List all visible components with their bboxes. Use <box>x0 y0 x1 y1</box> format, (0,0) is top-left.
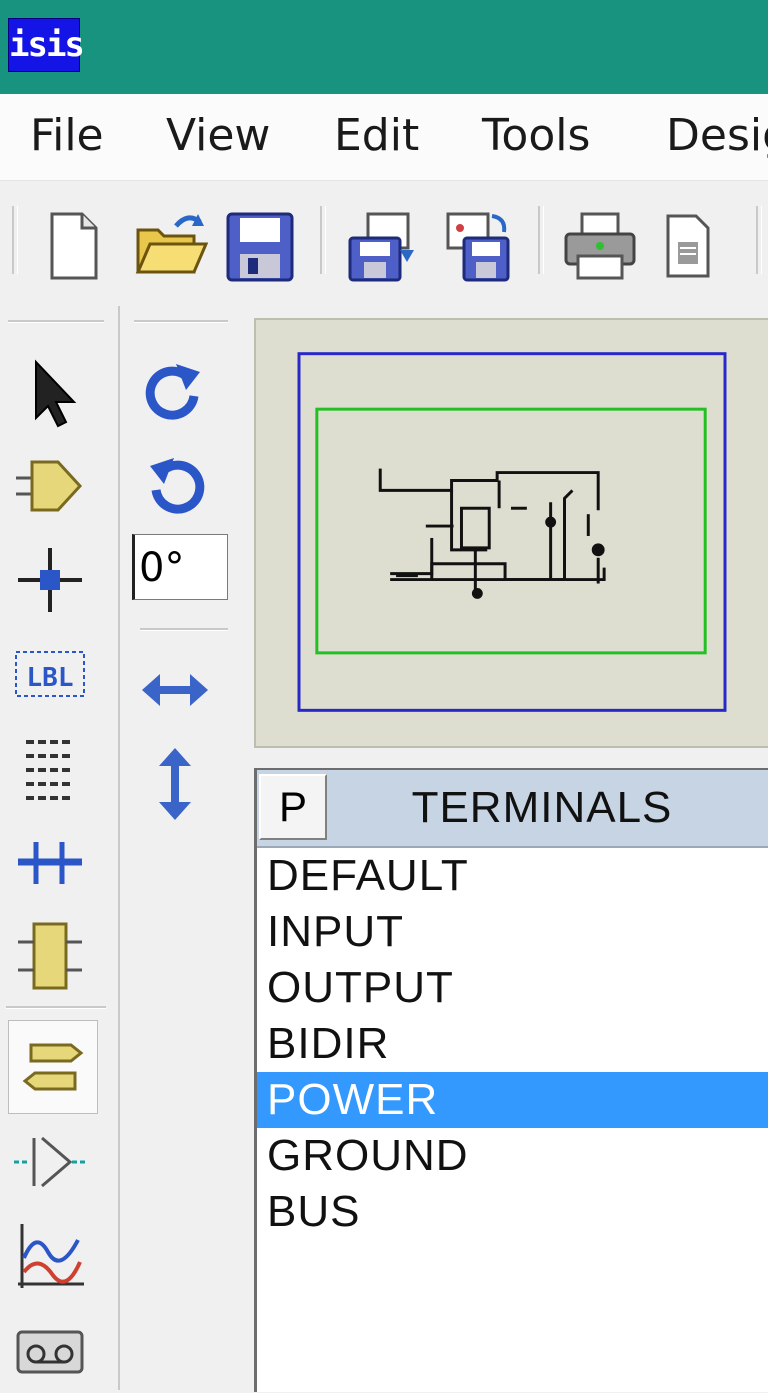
component-mode-icon[interactable] <box>12 448 88 524</box>
mode-toolbar: LBL <box>0 306 120 1390</box>
mirror-vertical-icon[interactable] <box>140 746 210 822</box>
app-logo-icon[interactable]: isis <box>8 18 85 72</box>
menu-edit[interactable]: Edit <box>334 110 419 162</box>
orientation-toolbar: 0° <box>122 306 240 826</box>
tape-recorder-icon[interactable] <box>12 1312 88 1388</box>
mirror-horizontal-icon[interactable] <box>140 652 210 728</box>
save-icon[interactable] <box>222 206 298 286</box>
schematic-overview <box>297 352 727 712</box>
rotation-angle-field[interactable]: 0° <box>132 534 228 600</box>
pick-devices-button[interactable]: P <box>259 774 327 840</box>
save-as-icon[interactable] <box>344 206 420 286</box>
terminal-item-output[interactable]: OUTPUT <box>257 960 768 1016</box>
toolbar-grip <box>8 320 104 323</box>
terminal-item-bus[interactable]: BUS <box>257 1184 768 1240</box>
svg-text:LBL: LBL <box>27 663 74 693</box>
junction-dot-icon[interactable] <box>12 542 88 618</box>
toolbar-separator <box>140 628 228 631</box>
menu-bar: File View Edit Tools Desig <box>0 94 768 181</box>
bus-icon[interactable] <box>12 824 88 900</box>
save-template-icon[interactable] <box>438 206 514 286</box>
graph-mode-icon[interactable] <box>12 1218 88 1294</box>
print-icon[interactable] <box>562 206 638 286</box>
terminal-item-input[interactable]: INPUT <box>257 904 768 960</box>
terminal-item-ground[interactable]: GROUND <box>257 1128 768 1184</box>
menu-design[interactable]: Desig <box>666 110 768 162</box>
menu-tools[interactable]: Tools <box>482 110 590 162</box>
text-script-icon[interactable] <box>12 730 88 806</box>
menu-view[interactable]: View <box>166 110 270 162</box>
rotate-anticlockwise-icon[interactable] <box>140 450 210 526</box>
main-toolbar <box>0 182 768 302</box>
device-pin-icon[interactable] <box>12 1124 88 1200</box>
terminal-item-default[interactable]: DEFAULT <box>257 848 768 904</box>
overview-window[interactable] <box>254 318 768 748</box>
toolbar-separator <box>320 206 326 274</box>
toolbar-separator <box>6 1006 106 1009</box>
toolbar-grip <box>12 206 18 274</box>
terminal-item-power[interactable]: POWER <box>257 1072 768 1128</box>
toolbar-separator <box>538 206 544 274</box>
new-file-icon[interactable] <box>36 206 112 286</box>
terminal-item-bidir[interactable]: BIDIR <box>257 1016 768 1072</box>
terminals-mode-icon[interactable] <box>8 1020 98 1114</box>
terminal-selector-panel: P TERMINALS DEFAULT INPUT OUTPUT BIDIR P… <box>254 768 768 1392</box>
toolbar-separator <box>756 206 762 274</box>
panel-header: P TERMINALS <box>257 770 768 848</box>
toolbar-grip <box>134 320 228 323</box>
terminal-list: DEFAULT INPUT OUTPUT BIDIR POWER GROUND … <box>257 848 768 1240</box>
panel-title: TERMINALS <box>411 783 673 832</box>
print-area-icon[interactable] <box>652 206 728 286</box>
open-folder-icon[interactable] <box>132 206 209 286</box>
selection-arrow-icon[interactable] <box>12 356 88 432</box>
menu-file[interactable]: File <box>30 110 104 162</box>
wire-label-icon[interactable]: LBL <box>12 636 88 712</box>
title-bar: isis <box>0 0 768 94</box>
rotate-clockwise-icon[interactable] <box>140 356 210 432</box>
subcircuit-icon[interactable] <box>12 918 88 994</box>
